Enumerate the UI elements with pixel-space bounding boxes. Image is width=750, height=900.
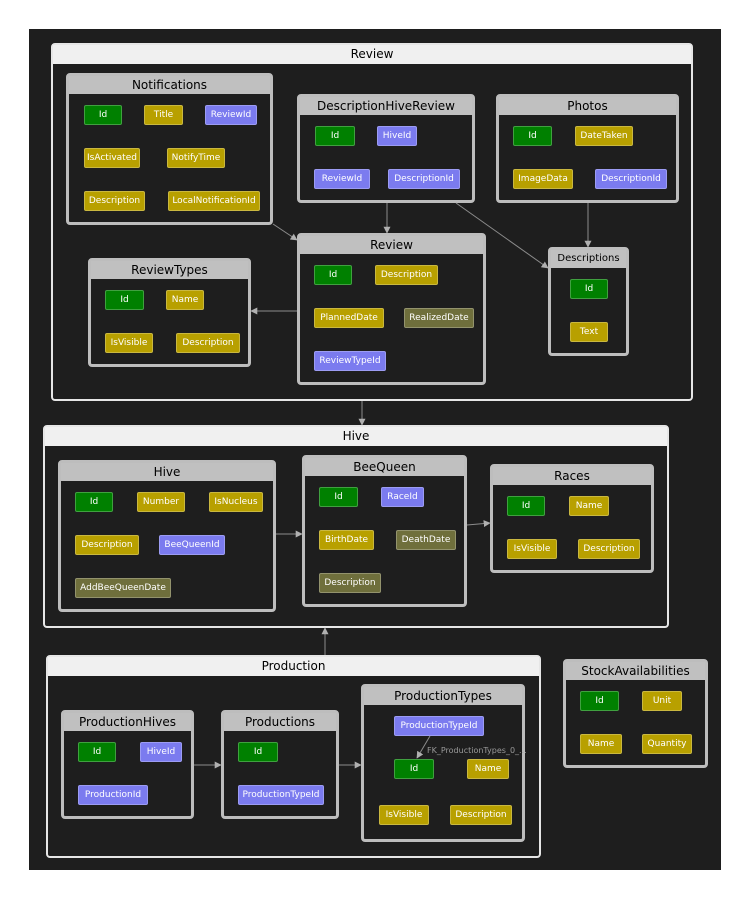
entity-descriptions-title: Descriptions bbox=[551, 250, 626, 268]
field-review-id[interactable]: Id bbox=[314, 265, 352, 285]
field-stockavailabilities-unit[interactable]: Unit bbox=[642, 691, 682, 711]
entity-notifications[interactable]: Notifications Id Title ReviewId IsActivated… bbox=[66, 73, 273, 225]
field-beequeen-deathdate[interactable]: DeathDate bbox=[396, 530, 456, 550]
entity-productions[interactable]: Productions Id ProductionTypeId bbox=[221, 710, 339, 819]
group-hive-title: Hive bbox=[45, 427, 667, 446]
entity-races[interactable]: Races Id Name IsVisible Description bbox=[490, 464, 654, 573]
entity-photos-title: Photos bbox=[499, 97, 676, 115]
field-photos-descriptionid[interactable]: DescriptionId bbox=[595, 169, 667, 189]
field-productiontypes-id[interactable]: Id bbox=[394, 759, 434, 779]
field-notifications-description[interactable]: Description bbox=[84, 191, 145, 211]
field-productions-productiontypeid[interactable]: ProductionTypeId bbox=[238, 785, 324, 805]
field-races-isvisible[interactable]: IsVisible bbox=[507, 539, 557, 559]
field-reviewtypes-id[interactable]: Id bbox=[105, 290, 144, 310]
group-review-title: Review bbox=[53, 45, 691, 64]
field-stockavailabilities-id[interactable]: Id bbox=[580, 691, 619, 711]
entity-beequeen[interactable]: BeeQueen Id RaceId BirthDate DeathDate Descr… bbox=[302, 455, 467, 607]
field-races-id[interactable]: Id bbox=[507, 496, 545, 516]
field-beequeen-description[interactable]: Description bbox=[319, 573, 381, 593]
edge-label-fk-productiontypes: FK_ProductionTypes_0_... bbox=[427, 746, 527, 755]
field-reviewtypes-description[interactable]: Description bbox=[176, 333, 240, 353]
field-notifications-notifytime[interactable]: NotifyTime bbox=[167, 148, 225, 168]
entity-productionhives-title: ProductionHives bbox=[64, 713, 191, 731]
field-descriptionhivereview-id[interactable]: Id bbox=[315, 126, 355, 146]
entity-productiontypes[interactable]: ProductionTypes ProductionTypeId Id Name Is… bbox=[361, 684, 525, 842]
field-descriptionhivereview-hiveid[interactable]: HiveId bbox=[377, 126, 417, 146]
entity-stockavailabilities[interactable]: StockAvailabilities Id Unit Name Quantity bbox=[563, 659, 708, 768]
field-productiontypes-isvisible[interactable]: IsVisible bbox=[379, 805, 429, 825]
field-productiontypes-name[interactable]: Name bbox=[467, 759, 509, 779]
field-hive-description[interactable]: Description bbox=[75, 535, 139, 555]
field-races-name[interactable]: Name bbox=[569, 496, 609, 516]
group-production-title: Production bbox=[48, 657, 539, 676]
entity-review-title: Review bbox=[300, 236, 483, 254]
field-photos-id[interactable]: Id bbox=[513, 126, 552, 146]
entity-hive-title: Hive bbox=[61, 463, 273, 481]
field-stockavailabilities-name[interactable]: Name bbox=[580, 734, 622, 754]
field-hive-beequeenid[interactable]: BeeQueenId bbox=[159, 535, 225, 555]
field-hive-isnucleus[interactable]: IsNucleus bbox=[209, 492, 263, 512]
field-reviewtypes-name[interactable]: Name bbox=[166, 290, 204, 310]
field-hive-number[interactable]: Number bbox=[137, 492, 185, 512]
field-review-description[interactable]: Description bbox=[375, 265, 438, 285]
field-photos-imagedata[interactable]: ImageData bbox=[513, 169, 573, 189]
entity-productionhives[interactable]: ProductionHives Id HiveId ProductionId bbox=[61, 710, 194, 819]
entity-stockavailabilities-title: StockAvailabilities bbox=[566, 662, 705, 680]
field-descriptionhivereview-descriptionid[interactable]: DescriptionId bbox=[388, 169, 460, 189]
entity-descriptionhivereview[interactable]: DescriptionHiveReview Id HiveId ReviewId De… bbox=[297, 94, 475, 203]
entity-descriptionhivereview-title: DescriptionHiveReview bbox=[300, 97, 472, 115]
field-stockavailabilities-quantity[interactable]: Quantity bbox=[642, 734, 692, 754]
field-productionhives-id[interactable]: Id bbox=[78, 742, 116, 762]
entity-hive[interactable]: Hive Id Number IsNucleus Description BeeQuee… bbox=[58, 460, 276, 612]
entity-reviewtypes-title: ReviewTypes bbox=[91, 261, 248, 279]
field-productionhives-productionid[interactable]: ProductionId bbox=[78, 785, 148, 805]
field-productiontypes-productiontypeid[interactable]: ProductionTypeId bbox=[394, 716, 484, 736]
field-notifications-reviewid[interactable]: ReviewId bbox=[205, 105, 257, 125]
field-descriptions-text[interactable]: Text bbox=[570, 322, 608, 342]
field-notifications-localnotificationid[interactable]: LocalNotificationId bbox=[168, 191, 260, 211]
entity-productiontypes-title: ProductionTypes bbox=[364, 687, 522, 705]
field-notifications-isactivated[interactable]: IsActivated bbox=[84, 148, 140, 168]
entity-photos[interactable]: Photos Id DateTaken ImageData DescriptionId bbox=[496, 94, 679, 203]
entity-descriptions[interactable]: Descriptions Id Text bbox=[548, 247, 629, 356]
field-beequeen-raceid[interactable]: RaceId bbox=[381, 487, 424, 507]
field-descriptions-id[interactable]: Id bbox=[570, 279, 608, 299]
entity-beequeen-title: BeeQueen bbox=[305, 458, 464, 476]
field-races-description[interactable]: Description bbox=[578, 539, 640, 559]
field-notifications-id[interactable]: Id bbox=[84, 105, 122, 125]
field-reviewtypes-isvisible[interactable]: IsVisible bbox=[105, 333, 153, 353]
field-productions-id[interactable]: Id bbox=[238, 742, 278, 762]
field-descriptionhivereview-reviewid[interactable]: ReviewId bbox=[314, 169, 370, 189]
field-productiontypes-description[interactable]: Description bbox=[450, 805, 512, 825]
field-hive-id[interactable]: Id bbox=[75, 492, 113, 512]
entity-productions-title: Productions bbox=[224, 713, 336, 731]
field-review-realizeddate[interactable]: RealizedDate bbox=[404, 308, 474, 328]
field-photos-datetaken[interactable]: DateTaken bbox=[575, 126, 633, 146]
field-review-reviewtypeid[interactable]: ReviewTypeId bbox=[314, 351, 386, 371]
field-review-planneddate[interactable]: PlannedDate bbox=[314, 308, 384, 328]
field-notifications-title[interactable]: Title bbox=[144, 105, 183, 125]
field-productionhives-hiveid[interactable]: HiveId bbox=[140, 742, 182, 762]
entity-notifications-title: Notifications bbox=[69, 76, 270, 94]
entity-review[interactable]: Review Id Description PlannedDate RealizedD… bbox=[297, 233, 486, 385]
entity-reviewtypes[interactable]: ReviewTypes Id Name IsVisible Description bbox=[88, 258, 251, 367]
field-beequeen-id[interactable]: Id bbox=[319, 487, 358, 507]
field-beequeen-birthdate[interactable]: BirthDate bbox=[319, 530, 374, 550]
field-hive-addbeequeendate[interactable]: AddBeeQueenDate bbox=[75, 578, 171, 598]
entity-races-title: Races bbox=[493, 467, 651, 485]
